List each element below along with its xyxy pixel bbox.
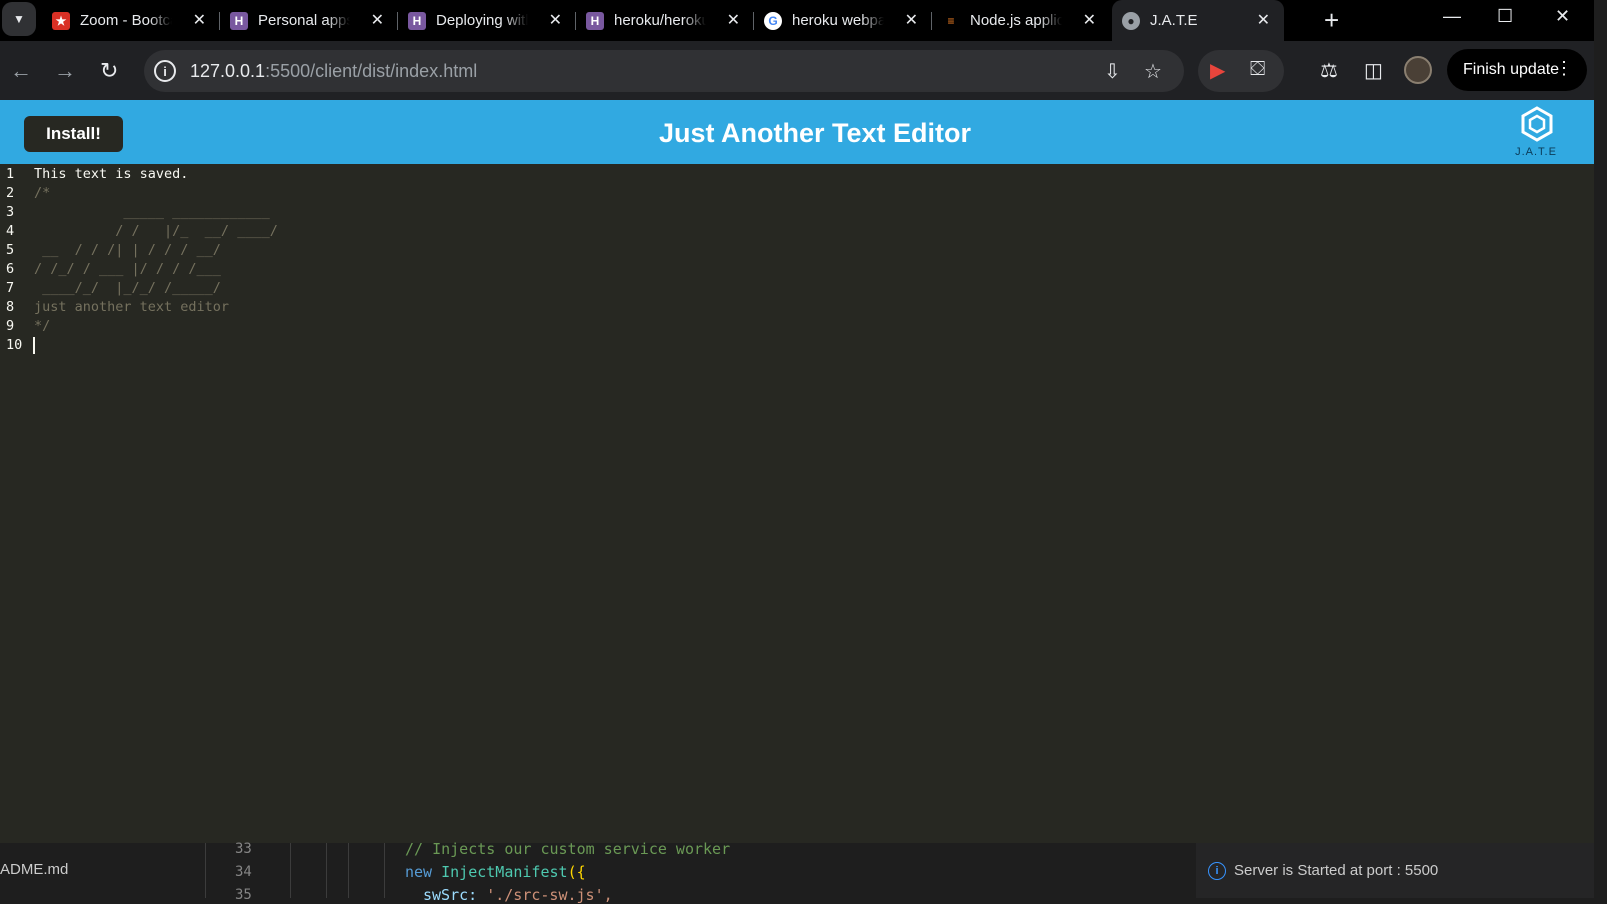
line-number: 7 xyxy=(6,280,15,296)
editor-line[interactable]: 9 */ xyxy=(0,318,1594,337)
tab-deploying[interactable]: H Deploying with ✕ xyxy=(408,0,576,41)
close-icon[interactable]: ✕ xyxy=(549,10,562,30)
site-info-icon[interactable]: i xyxy=(154,60,176,82)
extensions-group: ▶ ⛋ xyxy=(1198,50,1284,92)
line-number: 10 xyxy=(6,337,23,353)
indent-guide xyxy=(384,843,385,898)
line-number: 8 xyxy=(6,299,15,315)
logo-text: J.A.T.E xyxy=(1515,146,1557,158)
notification-toast[interactable]: i Server is Started at port : 5500 xyxy=(1196,843,1594,898)
heroku-icon: H xyxy=(230,11,248,30)
close-icon[interactable]: ✕ xyxy=(727,10,740,30)
url-text[interactable]: 127.0.0.1:5500/client/dist/index.html xyxy=(190,61,477,82)
minimize-button[interactable]: — xyxy=(1443,6,1461,27)
line-number: 35 xyxy=(235,887,252,903)
line-number: 5 xyxy=(6,242,15,258)
zoom-shield-icon: ★ xyxy=(52,11,70,30)
side-panel-icon[interactable]: ◫ xyxy=(1364,58,1383,83)
close-icon[interactable]: ✕ xyxy=(905,10,918,30)
editor-line[interactable]: 7 ____/_/ |_/_/ /_____/ xyxy=(0,280,1594,299)
tab-search-button[interactable]: ▼ xyxy=(2,2,36,36)
code-editor[interactable]: 1 This text is saved. 2 /* 3 _____ _______… xyxy=(0,164,1594,843)
line-text: / /_/ / ___ |/ / / /___ xyxy=(34,261,221,277)
line-text: This text is saved. xyxy=(34,166,189,182)
finish-update-button[interactable]: Finish update ⋮ xyxy=(1447,49,1587,91)
line-number: 3 xyxy=(6,204,15,220)
address-bar[interactable]: i 127.0.0.1:5500/client/dist/index.html … xyxy=(144,50,1184,92)
line-number: 6 xyxy=(6,261,15,277)
browser-toolbar: ← → ↻ i 127.0.0.1:5500/client/dist/index… xyxy=(0,41,1594,100)
line-number: 34 xyxy=(235,864,252,880)
install-app-icon[interactable]: ⇩ xyxy=(1104,59,1121,84)
line-number: 33 xyxy=(235,841,252,857)
reload-button[interactable]: ↻ xyxy=(100,58,118,84)
code-line: swSrc: './src-sw.js', xyxy=(423,886,613,904)
tab-jate[interactable]: ● J.A.T.E ✕ xyxy=(1112,0,1284,41)
back-button[interactable]: ← xyxy=(10,58,32,84)
close-icon[interactable]: ✕ xyxy=(1257,10,1270,30)
globe-icon: ● xyxy=(1122,11,1140,30)
line-text: _____ ____________ xyxy=(34,204,270,220)
info-icon: i xyxy=(1208,862,1226,880)
tab-nodejs[interactable]: ≡ Node.js application ✕ xyxy=(942,0,1110,41)
forward-button[interactable]: → xyxy=(54,58,76,84)
editor-line[interactable]: 3 _____ ____________ xyxy=(0,204,1594,223)
tab-heroku-repo[interactable]: H heroku/heroku ✕ xyxy=(586,0,754,41)
desktop-edge xyxy=(1594,0,1607,898)
line-text: just another text editor xyxy=(34,299,230,315)
editor-line[interactable]: 4 / / |/_ __/ ____/ xyxy=(0,223,1594,242)
new-tab-button[interactable]: + xyxy=(1324,5,1339,36)
line-number: 4 xyxy=(6,223,15,239)
line-number: 2 xyxy=(6,185,15,201)
tab-strip: ▼ ★ Zoom - Bootcamp ✕ H Personal apps ✕ … xyxy=(0,0,1594,41)
close-icon[interactable]: ✕ xyxy=(371,10,384,30)
editor-line[interactable]: 8 just another text editor xyxy=(0,299,1594,318)
app-title: Just Another Text Editor xyxy=(658,118,972,148)
editor-line[interactable]: 6 / /_/ / ___ |/ / / /___ xyxy=(0,261,1594,280)
google-icon: G xyxy=(764,11,782,30)
close-window-button[interactable]: ✕ xyxy=(1555,6,1570,27)
notification-text: Server is Started at port : 5500 xyxy=(1234,862,1439,879)
editor-line[interactable]: 1 This text is saved. xyxy=(0,166,1594,185)
more-menu-icon[interactable]: ⋮ xyxy=(1555,58,1573,79)
bookmark-star-icon[interactable]: ☆ xyxy=(1144,59,1162,84)
line-number: 9 xyxy=(6,318,15,334)
vscode-background: ADME.md 33 34 35 // Injects our custom s… xyxy=(0,840,1594,904)
code-line: // Injects our custom service worker xyxy=(405,840,731,858)
app-header: Install! Just Another Text Editor J.A.T.… xyxy=(0,100,1594,164)
editor-line[interactable]: 10 xyxy=(0,337,1594,356)
close-icon[interactable]: ✕ xyxy=(1083,10,1096,30)
tab-personal-apps[interactable]: H Personal apps ✕ xyxy=(230,0,398,41)
line-text: */ xyxy=(34,318,51,334)
indent-guide xyxy=(290,843,291,898)
line-text: __ / / /| | / / / __/ xyxy=(34,242,221,258)
indent-guide xyxy=(348,843,349,898)
heroku-icon: H xyxy=(586,11,604,30)
jate-logo: J.A.T.E xyxy=(1508,106,1564,162)
maximize-button[interactable]: ☐ xyxy=(1497,6,1513,27)
stackoverflow-icon: ≡ xyxy=(947,13,955,28)
tab-zoom[interactable]: ★ Zoom - Bootcamp ✕ xyxy=(52,0,220,41)
line-text: /* xyxy=(34,185,51,201)
close-icon[interactable]: ✕ xyxy=(193,10,206,30)
editor-line[interactable]: 5 __ / / /| | / / / __/ xyxy=(0,242,1594,261)
line-text: / / |/_ __/ ____/ xyxy=(34,223,278,239)
code-line: new InjectManifest({ xyxy=(405,863,586,881)
hexagon-logo-icon xyxy=(1521,106,1553,142)
extensions-puzzle-icon[interactable]: ⛋ xyxy=(1250,58,1265,81)
tab-heroku-webpack[interactable]: G heroku webpack ✕ xyxy=(764,0,932,41)
line-text: ____/_/ |_/_/ /_____/ xyxy=(34,280,221,296)
labs-flask-icon[interactable]: ⚖ xyxy=(1320,58,1338,83)
editor-line[interactable]: 2 /* xyxy=(0,185,1594,204)
browser-window: ▼ ★ Zoom - Bootcamp ✕ H Personal apps ✕ … xyxy=(0,0,1594,843)
line-number: 1 xyxy=(6,166,15,182)
text-cursor xyxy=(33,337,35,354)
divider xyxy=(205,843,206,898)
profile-avatar[interactable] xyxy=(1404,56,1432,84)
indent-guide xyxy=(326,843,327,898)
explorer-file-item[interactable]: ADME.md xyxy=(0,861,68,878)
heroku-icon: H xyxy=(408,11,426,30)
screencast-extension-icon[interactable]: ▶ xyxy=(1210,58,1225,83)
